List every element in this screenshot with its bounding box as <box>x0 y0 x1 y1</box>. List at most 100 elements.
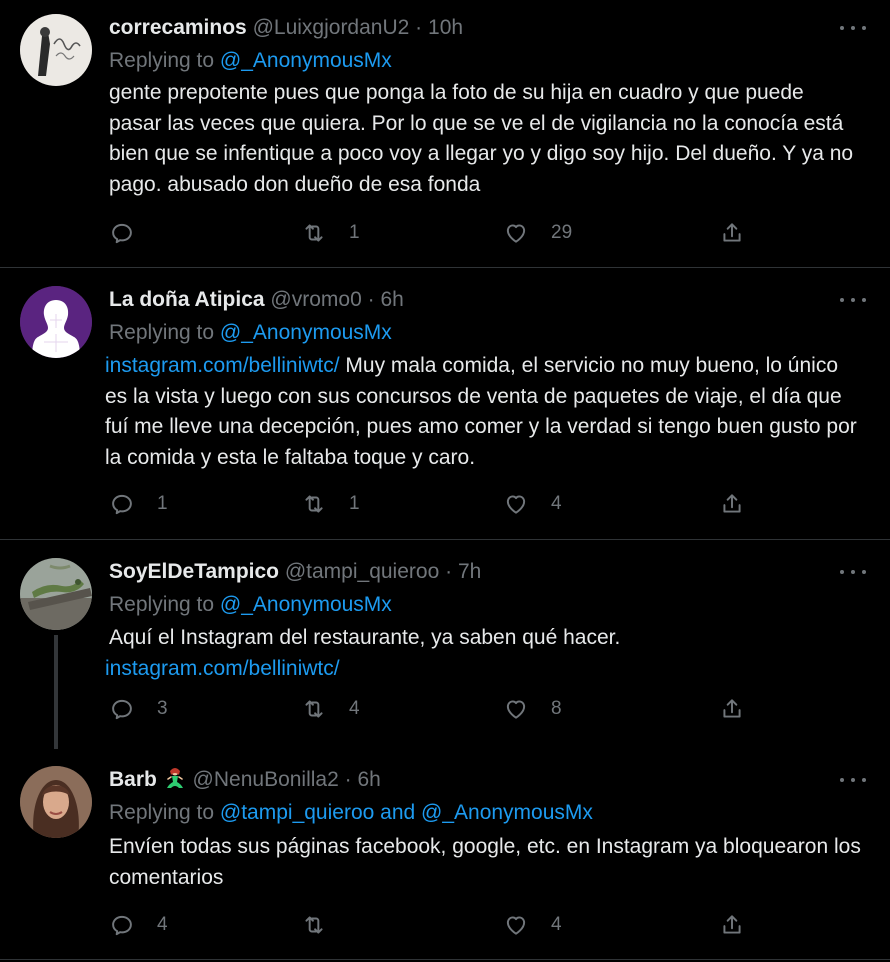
avatar[interactable] <box>20 766 92 838</box>
mention-link[interactable]: @_AnonymousMx <box>220 593 392 616</box>
separator-dot: · <box>367 288 375 311</box>
user-handle[interactable]: @tampi_quieroo <box>285 560 439 583</box>
retweet-button[interactable]: 4 <box>301 695 360 723</box>
retweet-icon <box>305 224 323 242</box>
tweet-actions: 3 4 8 <box>109 695 749 723</box>
heart-icon <box>506 916 526 935</box>
share-button[interactable] <box>719 911 745 939</box>
avatar[interactable] <box>20 14 92 86</box>
woman-photo-avatar <box>20 766 92 838</box>
tweet-actions: 4 4 <box>109 911 749 939</box>
instagram-link[interactable]: instagram.com/belliniwtc/ <box>105 354 340 377</box>
tweet-text: Envíen todas sus páginas facebook, googl… <box>109 832 862 893</box>
reply-count: 3 <box>157 698 168 719</box>
retweet-icon <box>305 495 323 513</box>
share-button[interactable] <box>719 695 745 723</box>
signature-photo-avatar <box>20 14 92 86</box>
replying-to: Replying to @_AnonymousMx <box>109 591 870 619</box>
tweet-text-content: Envíen todas sus páginas facebook, googl… <box>109 835 861 889</box>
instagram-link[interactable]: instagram.com/belliniwtc/ <box>105 654 862 685</box>
retweet-button[interactable]: 1 <box>301 219 360 247</box>
share-button[interactable] <box>719 219 745 247</box>
tweet-text: gente prepotente pues que ponga la foto … <box>109 78 862 200</box>
replying-to: Replying to @_AnonymousMx <box>109 47 870 75</box>
user-handle[interactable]: @vromo0 <box>270 288 361 311</box>
share-icon <box>723 494 741 513</box>
reply-button[interactable]: 4 <box>109 911 168 939</box>
share-icon <box>723 915 741 934</box>
heart-icon <box>506 700 526 719</box>
retweet-count: 4 <box>349 698 360 719</box>
display-name[interactable]: SoyElDeTampico <box>109 560 279 583</box>
tweet[interactable]: SoyElDeTampico @tampi_quieroo · 7h Reply… <box>0 540 890 749</box>
reply-icon <box>112 699 132 720</box>
tweet-header: SoyElDeTampico @tampi_quieroo · 7h <box>109 558 870 586</box>
tweet-actions: 1 29 <box>109 219 749 247</box>
timestamp[interactable]: 6h <box>357 768 380 791</box>
tweet-text-content: Aquí el Instagram del restaurante, ya sa… <box>109 626 621 649</box>
avatar[interactable] <box>20 286 92 358</box>
retweet-button[interactable] <box>301 911 349 939</box>
display-name[interactable]: Barb <box>109 768 157 791</box>
retweet-count: 1 <box>349 222 360 243</box>
tweet-header: correcaminos @LuixgjordanU2 · 10h <box>109 14 870 42</box>
more-options-icon[interactable] <box>840 286 866 314</box>
replying-to: Replying to @_AnonymousMx <box>109 319 870 347</box>
replying-prefix: Replying to <box>109 801 220 824</box>
iguana-photo-avatar <box>20 558 92 630</box>
reply-button[interactable]: 1 <box>109 490 168 518</box>
like-count: 29 <box>551 222 573 243</box>
tweet[interactable]: Barb @NenuBonilla2 · 6h Replying to @tam… <box>0 749 890 960</box>
like-button[interactable]: 4 <box>503 490 562 518</box>
retweet-button[interactable]: 1 <box>301 490 360 518</box>
heart-icon <box>506 224 526 243</box>
tweet[interactable]: La doña Atipica @vromo0 · 6h Replying to… <box>0 268 890 540</box>
replying-prefix: Replying to <box>109 593 220 616</box>
display-name[interactable]: correcaminos <box>109 16 247 39</box>
heart-icon <box>506 495 526 514</box>
reply-icon <box>112 223 132 244</box>
tweet-header: Barb @NenuBonilla2 · 6h <box>109 766 870 794</box>
tweet[interactable]: correcaminos @LuixgjordanU2 · 10h Replyi… <box>0 0 890 268</box>
like-count: 4 <box>551 493 562 514</box>
thread-connector <box>54 635 58 749</box>
tweet-actions: 1 1 4 <box>109 490 749 518</box>
mention-link[interactable]: @_AnonymousMx <box>220 49 392 72</box>
more-options-icon[interactable] <box>840 558 866 586</box>
like-button[interactable]: 8 <box>503 695 562 723</box>
replying-to: Replying to @tampi_quieroo and @_Anonymo… <box>109 799 870 827</box>
like-button[interactable]: 29 <box>503 219 572 247</box>
reply-icon <box>112 915 132 936</box>
replying-prefix: Replying to <box>109 49 220 72</box>
share-icon <box>723 223 741 242</box>
retweet-count: 1 <box>349 493 360 514</box>
like-button[interactable]: 4 <box>503 911 562 939</box>
display-name[interactable]: La doña Atipica <box>109 288 265 311</box>
user-handle[interactable]: @NenuBonilla2 <box>193 768 339 791</box>
timestamp[interactable]: 6h <box>380 288 403 311</box>
share-button[interactable] <box>719 490 745 518</box>
replying-prefix: Replying to <box>109 321 220 344</box>
mermaid-emoji-icon <box>166 768 183 788</box>
reply-button[interactable]: 3 <box>109 695 168 723</box>
share-icon <box>723 699 741 718</box>
mention-link[interactable]: @tampi_quieroo and @_AnonymousMx <box>220 801 593 824</box>
avatar[interactable] <box>20 558 92 630</box>
separator-dot: · <box>445 560 453 583</box>
separator-dot: · <box>415 16 423 39</box>
puzzle-silhouette-avatar <box>20 286 92 358</box>
user-handle[interactable]: @LuixgjordanU2 <box>253 16 410 39</box>
reply-button[interactable] <box>109 219 157 247</box>
mention-link[interactable]: @_AnonymousMx <box>220 321 392 344</box>
tweet-text-content: gente prepotente pues que ponga la foto … <box>109 81 854 196</box>
like-count: 8 <box>551 698 562 719</box>
reply-count: 4 <box>157 914 168 935</box>
timestamp[interactable]: 7h <box>458 560 481 583</box>
reply-timeline: correcaminos @LuixgjordanU2 · 10h Replyi… <box>0 0 890 960</box>
reply-count: 1 <box>157 493 168 514</box>
more-options-icon[interactable] <box>840 766 866 794</box>
retweet-icon <box>305 916 323 934</box>
more-options-icon[interactable] <box>840 14 866 42</box>
timestamp[interactable]: 10h <box>428 16 463 39</box>
tweet-text: instagram.com/belliniwtc/ Muy mala comid… <box>105 351 862 473</box>
